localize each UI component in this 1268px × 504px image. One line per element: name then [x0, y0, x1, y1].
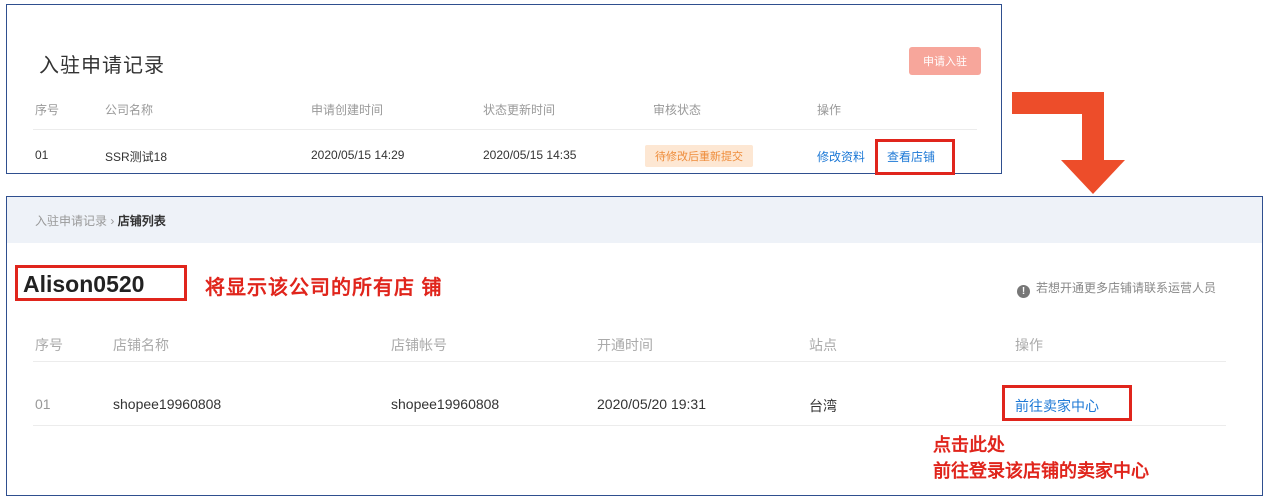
divider	[33, 425, 1226, 426]
row-shop-name: shopee19960808	[113, 396, 222, 412]
header-action: 操作	[1015, 337, 1043, 353]
divider	[33, 129, 977, 130]
breadcrumb-parent[interactable]: 入驻申请记录	[35, 214, 107, 228]
table-header: 序号 公司名称 申请创建时间 状态更新时间 审核状态 操作	[7, 101, 1001, 121]
header-company: 公司名称	[105, 103, 154, 117]
highlight-box-seller-center	[1002, 385, 1132, 421]
row-opened: 2020/05/20 19:31	[597, 396, 706, 412]
row-updated: 2020/05/15 14:35	[483, 148, 577, 162]
breadcrumb: 入驻申请记录 › 店铺列表	[35, 212, 166, 229]
breadcrumb-bar: 入驻申请记录 › 店铺列表	[7, 197, 1262, 243]
page-title: 入驻申请记录	[39, 55, 165, 77]
row-account: shopee19960808	[391, 396, 500, 412]
header-account: 店铺帐号	[391, 337, 447, 353]
hint: ! 若想开通更多店铺请联系运营人员	[1017, 279, 1216, 298]
header-updated: 状态更新时间	[483, 103, 556, 117]
row-index: 01	[35, 396, 51, 412]
shop-list-panel: 入驻申请记录 › 店铺列表 Alison0520 将显示该公司的所有店 铺 ! 若…	[6, 196, 1263, 496]
header-shop-name: 店铺名称	[113, 337, 169, 353]
info-icon: !	[1017, 285, 1030, 298]
status-badge: 待修改后重新提交	[645, 145, 753, 167]
divider	[33, 361, 1226, 362]
header-created: 申请创建时间	[311, 103, 384, 117]
breadcrumb-current: 店铺列表	[117, 214, 166, 228]
header-index: 序号	[35, 337, 63, 353]
row-company: SSR测试18	[105, 150, 168, 164]
apply-button[interactable]: 申请入驻	[909, 47, 981, 75]
table-row: 01 SSR测试18 2020/05/15 14:29 2020/05/15 1…	[7, 148, 1001, 168]
hint-text: 若想开通更多店铺请联系运营人员	[1036, 281, 1217, 295]
annotation-go-login: 前往登录该店铺的卖家中心	[933, 461, 1149, 481]
header-action: 操作	[817, 103, 842, 117]
row-index: 01	[35, 148, 49, 162]
row-site: 台湾	[809, 398, 837, 414]
company-name: Alison0520	[23, 271, 145, 297]
header-site: 站点	[809, 337, 837, 353]
edit-info-link[interactable]: 修改资料	[817, 148, 865, 165]
highlight-box-view-shops	[875, 139, 955, 175]
annotation-click-here: 点击此处	[933, 435, 1005, 455]
breadcrumb-separator-icon: ›	[110, 214, 115, 228]
row-created: 2020/05/15 14:29	[311, 148, 405, 162]
application-records-panel: 入驻申请记录 申请入驻 序号 公司名称 申请创建时间 状态更新时间 审核状态 操…	[6, 4, 1002, 175]
arrow-vertical	[1082, 92, 1104, 162]
annotation-all-shops: 将显示该公司的所有店 铺	[205, 277, 443, 299]
arrow-down-icon	[1061, 160, 1125, 194]
header-opened: 开通时间	[597, 337, 653, 353]
header-index: 序号	[35, 103, 60, 117]
header-status: 审核状态	[653, 103, 702, 117]
